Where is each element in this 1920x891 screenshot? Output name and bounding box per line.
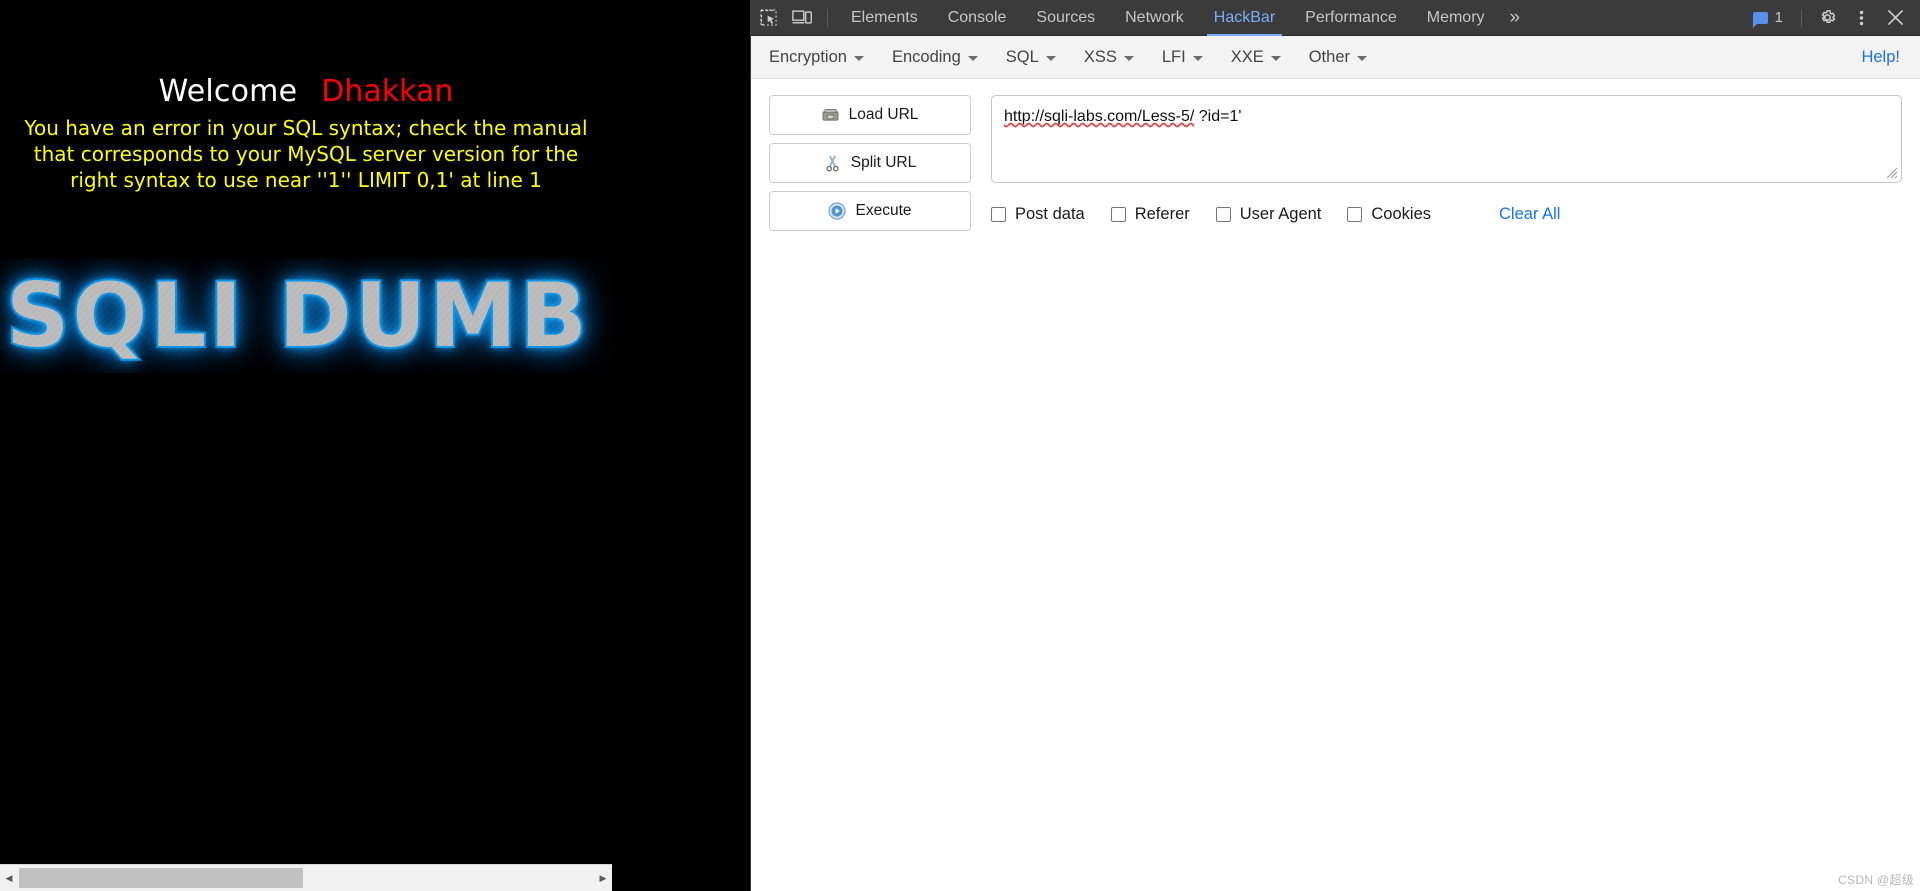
checkbox-referer-label: Referer	[1134, 205, 1190, 223]
checkbox-referer[interactable]: Referer	[1110, 205, 1190, 224]
execute-icon	[828, 202, 847, 220]
tab-sources[interactable]: Sources	[1021, 0, 1110, 36]
devtools-panel: Elements Console Sources Network HackBar…	[750, 0, 1920, 891]
hackbar-panel: Encryption Encoding SQL XSS LFI XXE Othe…	[751, 36, 1920, 891]
checkbox-box[interactable]	[991, 207, 1006, 222]
clear-all-link[interactable]: Clear All	[1499, 205, 1560, 224]
close-icon[interactable]	[1878, 4, 1912, 32]
browser-page-pane: Welcome Dhakkan You have an error in your…	[0, 0, 750, 891]
chevron-down-icon	[1192, 56, 1203, 61]
menu-other-label: Other	[1308, 47, 1350, 66]
devtools-toolbar-right: 1	[1743, 4, 1920, 32]
menu-encryption-label: Encryption	[769, 47, 847, 66]
welcome-username: Dhakkan	[321, 74, 454, 109]
menu-xxe[interactable]: XXE	[1231, 48, 1281, 67]
menu-lfi-label: LFI	[1161, 47, 1186, 66]
watermark: CSDN @超级	[1838, 873, 1914, 887]
chevron-down-icon	[1045, 56, 1056, 61]
url-value-line1: http://sqli-labs.com/Less-5/	[1004, 108, 1195, 125]
load-url-icon	[822, 106, 840, 124]
checkbox-post-data-label: Post data	[1015, 205, 1085, 223]
textarea-resize-grip[interactable]	[1886, 167, 1898, 179]
hackbar-menubar: Encryption Encoding SQL XSS LFI XXE Othe…	[751, 36, 1920, 79]
scroll-left-arrow-icon[interactable]: ◀	[0, 865, 18, 891]
sqli-dumb-logo-text: SQLI DUMB	[4, 262, 590, 369]
inspect-element-icon[interactable]	[751, 4, 785, 32]
scrollbar-thumb[interactable]	[19, 868, 303, 888]
checkbox-post-data[interactable]: Post data	[991, 205, 1085, 224]
page-content: Welcome Dhakkan You have an error in your…	[0, 0, 612, 864]
help-link[interactable]: Help!	[1861, 48, 1900, 67]
more-tabs-icon[interactable]: »	[1500, 0, 1531, 36]
chevron-down-icon	[1123, 56, 1134, 61]
checkbox-box[interactable]	[1215, 207, 1231, 222]
more-options-icon[interactable]	[1844, 4, 1878, 32]
devtools-tab-bar: Elements Console Sources Network HackBar…	[836, 0, 1743, 36]
checkbox-box[interactable]	[1110, 207, 1126, 222]
page-viewport: Welcome Dhakkan You have an error in your…	[0, 0, 750, 864]
url-input[interactable]: http://sqli-labs.com/Less-5/ ?id=1'	[991, 95, 1902, 183]
checkbox-cookies-label: Cookies	[1371, 205, 1432, 223]
device-toolbar-icon[interactable]	[785, 4, 819, 32]
load-url-button[interactable]: Load URL	[769, 95, 971, 135]
sql-error-message: You have an error in your SQL syntax; ch…	[24, 116, 588, 192]
hackbar-body: Load URL Split URL Execute http://sqli-l…	[751, 79, 1920, 231]
message-bubble-icon	[1752, 11, 1768, 28]
gear-icon[interactable]	[1810, 4, 1844, 32]
tab-console[interactable]: Console	[933, 0, 1022, 36]
menu-lfi[interactable]: LFI	[1162, 48, 1203, 67]
checkbox-box[interactable]	[1347, 207, 1363, 222]
menu-encryption[interactable]: Encryption	[769, 48, 864, 67]
split-url-icon	[824, 154, 842, 172]
console-message-badge[interactable]: 1	[1743, 9, 1793, 28]
checkbox-user-agent-label: User Agent	[1239, 205, 1322, 223]
devtools-toolbar: Elements Console Sources Network HackBar…	[751, 0, 1920, 36]
sqli-dumb-logo: SQLI DUMB	[0, 258, 612, 373]
url-line-2: ?id=1'	[1199, 105, 1242, 129]
chevron-down-icon	[1270, 56, 1281, 61]
welcome-label: Welcome	[158, 74, 298, 109]
menu-xss[interactable]: XSS	[1084, 48, 1134, 67]
menu-sql[interactable]: SQL	[1006, 48, 1056, 67]
page-horizontal-scrollbar[interactable]: ◀ ▶	[0, 864, 612, 891]
hackbar-url-column: http://sqli-labs.com/Less-5/ ?id=1' Post	[991, 95, 1902, 231]
message-count: 1	[1774, 9, 1783, 26]
toolbar-divider-right	[1801, 8, 1802, 27]
toolbar-divider	[827, 8, 828, 27]
checkbox-cookies[interactable]: Cookies	[1347, 205, 1431, 224]
hackbar-options-row: Post data Referer User Agent Cookies Cle…	[991, 205, 1902, 224]
execute-button[interactable]: Execute	[769, 191, 971, 231]
chevron-down-icon	[853, 56, 864, 61]
split-url-label: Split URL	[850, 154, 917, 171]
tab-memory[interactable]: Memory	[1412, 0, 1500, 36]
menu-encoding[interactable]: Encoding	[892, 48, 978, 67]
url-line-1: http://sqli-labs.com/Less-5/	[1004, 105, 1194, 129]
execute-label: Execute	[855, 202, 912, 219]
screen: Welcome Dhakkan You have an error in your…	[0, 0, 1920, 891]
tab-elements[interactable]: Elements	[836, 0, 933, 36]
tab-network[interactable]: Network	[1110, 0, 1199, 36]
hackbar-action-buttons: Load URL Split URL Execute	[769, 95, 971, 231]
menu-xxe-label: XXE	[1230, 47, 1264, 66]
checkbox-user-agent[interactable]: User Agent	[1215, 205, 1322, 224]
menu-xss-label: XSS	[1083, 47, 1117, 66]
split-url-button[interactable]: Split URL	[769, 143, 971, 183]
menu-sql-label: SQL	[1005, 47, 1039, 66]
welcome-heading: Welcome Dhakkan	[0, 74, 612, 109]
scroll-right-arrow-icon[interactable]: ▶	[594, 865, 612, 891]
load-url-label: Load URL	[848, 106, 919, 123]
tab-performance[interactable]: Performance	[1290, 0, 1412, 36]
chevron-down-icon	[967, 56, 978, 61]
menu-encoding-label: Encoding	[891, 47, 961, 66]
tab-hackbar[interactable]: HackBar	[1199, 0, 1290, 36]
menu-other[interactable]: Other	[1309, 48, 1367, 67]
url-value-line2: ?id=1'	[1198, 108, 1242, 125]
chevron-down-icon	[1357, 56, 1367, 61]
